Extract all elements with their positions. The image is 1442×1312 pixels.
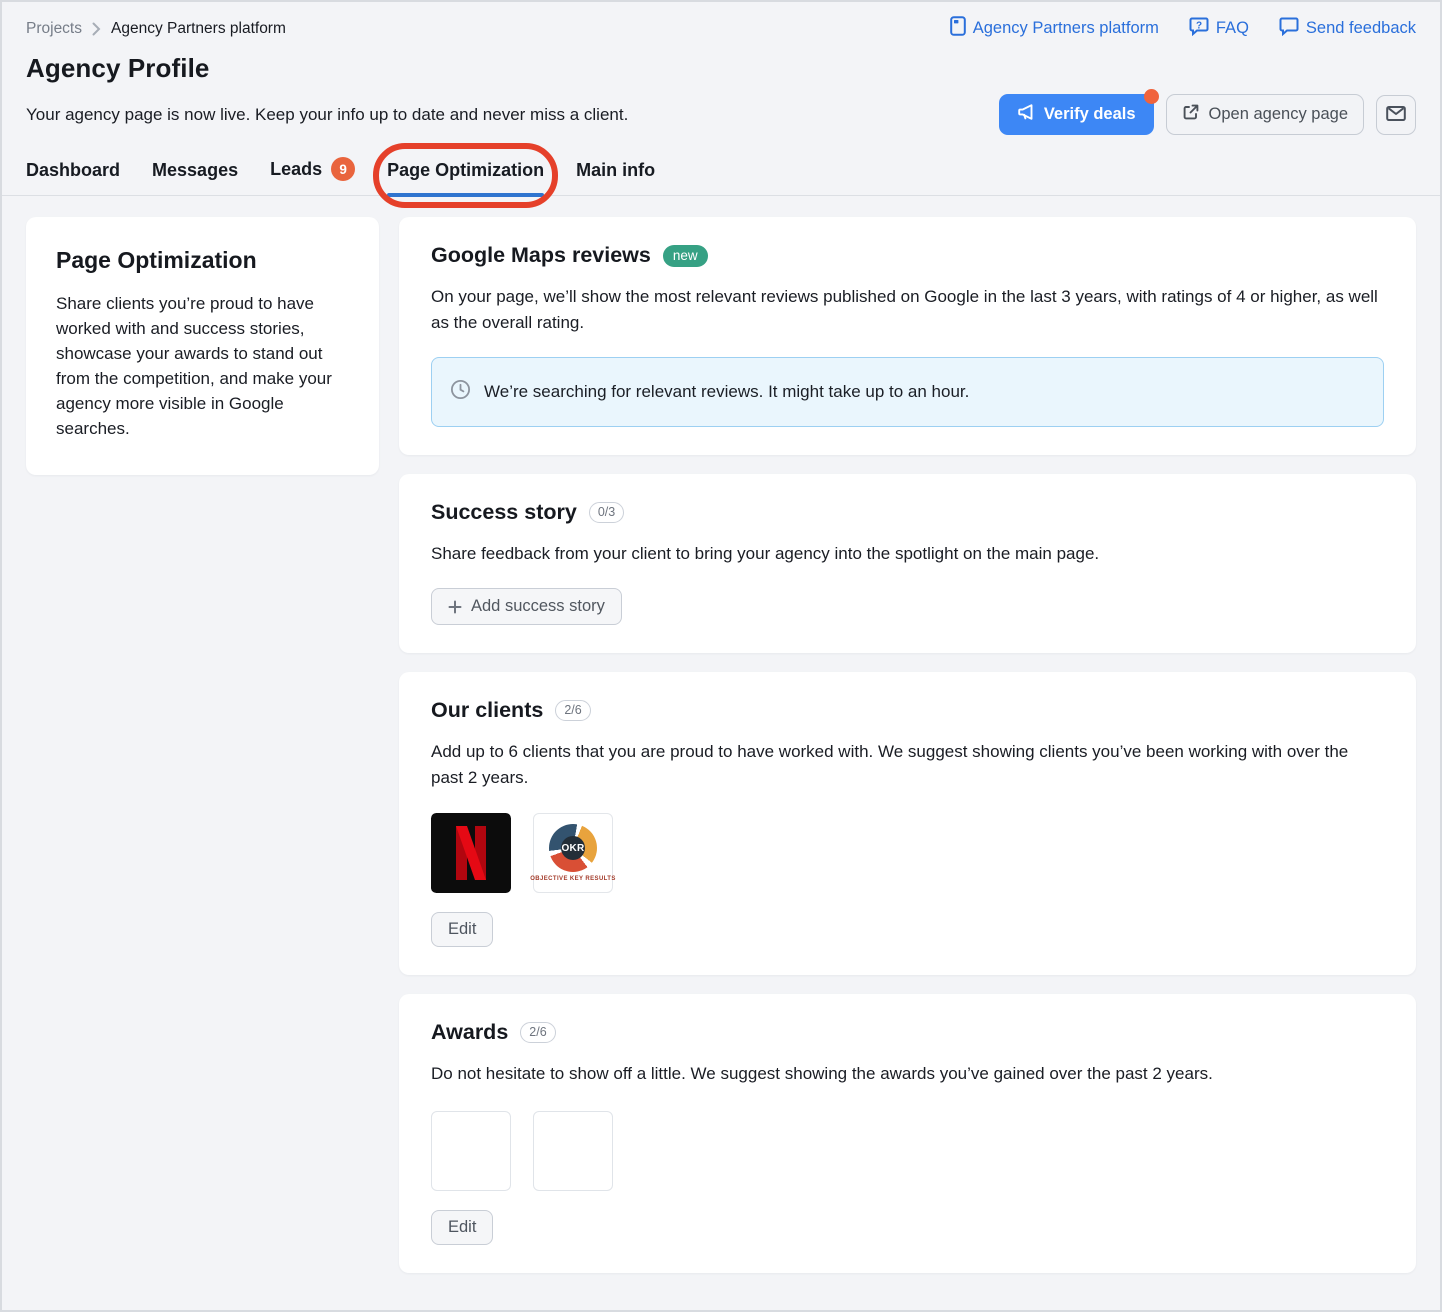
page-title: Agency Profile xyxy=(26,53,1416,84)
google-maps-reviews-title: Google Maps reviews xyxy=(431,243,651,268)
client-logos-row: OKR OBJECTIVE KEY RESULTS xyxy=(431,813,1384,893)
okr-pie-icon: OKR xyxy=(549,824,597,872)
google-maps-reviews-description: On your page, we’ll show the most releva… xyxy=(431,284,1384,336)
faq-bubble-icon: ? xyxy=(1189,16,1209,41)
link-agency-partners-platform[interactable]: Agency Partners platform xyxy=(950,16,1159,41)
side-card-description: Share clients you’re proud to have worke… xyxy=(56,291,349,441)
tab-leads[interactable]: Leads 9 xyxy=(270,157,355,195)
verify-deals-button[interactable]: Verify deals xyxy=(999,94,1154,135)
success-story-card: Success story 0/3 Share feedback from yo… xyxy=(399,474,1416,653)
tab-page-optimization[interactable]: Page Optimization xyxy=(387,160,544,195)
open-agency-page-button[interactable]: Open agency page xyxy=(1166,94,1364,135)
awards-count-badge: 2/6 xyxy=(520,1022,555,1043)
our-clients-card: Our clients 2/6 Add up to 6 clients that… xyxy=(399,672,1416,975)
award-slots-row xyxy=(431,1111,1384,1191)
tab-main-info[interactable]: Main info xyxy=(576,160,655,195)
success-story-description: Share feedback from your client to bring… xyxy=(431,541,1384,567)
edit-awards-button[interactable]: Edit xyxy=(431,1210,493,1245)
okr-logo-caption: OBJECTIVE KEY RESULTS xyxy=(530,876,616,882)
link-send-feedback[interactable]: Send feedback xyxy=(1279,16,1416,41)
add-success-story-button[interactable]: Add success story xyxy=(431,588,622,625)
section-cards-column: Google Maps reviews new On your page, we… xyxy=(399,217,1416,1273)
envelope-icon xyxy=(1385,103,1407,126)
notification-dot xyxy=(1144,89,1159,104)
netflix-logo xyxy=(431,813,511,893)
tab-dashboard[interactable]: Dashboard xyxy=(26,160,120,195)
award-slot-empty xyxy=(533,1111,613,1191)
searching-reviews-banner: We’re searching for relevant reviews. It… xyxy=(431,357,1384,427)
feedback-bubble-icon xyxy=(1279,16,1299,41)
breadcrumb-current: Agency Partners platform xyxy=(111,20,286,38)
awards-card: Awards 2/6 Do not hesitate to show off a… xyxy=(399,994,1416,1273)
our-clients-description: Add up to 6 clients that you are proud t… xyxy=(431,739,1384,791)
google-maps-reviews-card: Google Maps reviews new On your page, we… xyxy=(399,217,1416,455)
header-links: Agency Partners platform ? FAQ Send feed… xyxy=(950,16,1416,41)
new-badge: new xyxy=(663,245,708,267)
tab-messages[interactable]: Messages xyxy=(152,160,238,195)
page-optimization-info-card: Page Optimization Share clients you’re p… xyxy=(26,217,379,475)
side-card-title: Page Optimization xyxy=(56,247,349,274)
clock-icon xyxy=(450,379,471,405)
okr-logo: OKR OBJECTIVE KEY RESULTS xyxy=(533,813,613,893)
content-area: Page Optimization Share clients you’re p… xyxy=(2,196,1440,1295)
our-clients-count-badge: 2/6 xyxy=(555,700,590,721)
success-story-title: Success story xyxy=(431,500,577,525)
chevron-right-icon xyxy=(92,22,101,36)
our-clients-title: Our clients xyxy=(431,698,543,723)
svg-text:?: ? xyxy=(1196,20,1202,31)
banner-text: We’re searching for relevant reviews. It… xyxy=(484,382,969,402)
header-actions: Verify deals Open agency page xyxy=(999,94,1416,135)
success-story-count-badge: 0/3 xyxy=(589,502,624,523)
awards-description: Do not hesitate to show off a little. We… xyxy=(431,1061,1384,1087)
award-slot-empty xyxy=(431,1111,511,1191)
breadcrumb-projects[interactable]: Projects xyxy=(26,20,82,38)
tab-bar: Dashboard Messages Leads 9 Page Optimiza… xyxy=(2,135,1440,196)
mail-button[interactable] xyxy=(1376,95,1416,135)
external-link-icon xyxy=(1182,103,1200,126)
leads-count-badge: 9 xyxy=(331,157,355,181)
page-header: Projects Agency Partners platform Agency… xyxy=(2,2,1440,135)
app-window-icon xyxy=(950,16,966,41)
okr-logo-center-text: OKR xyxy=(561,836,585,860)
agency-profile-page: Projects Agency Partners platform Agency… xyxy=(0,0,1442,1312)
awards-title: Awards xyxy=(431,1020,508,1045)
plus-icon xyxy=(448,600,462,614)
megaphone-icon xyxy=(1017,103,1035,126)
active-tab-underline xyxy=(387,193,544,197)
edit-clients-button[interactable]: Edit xyxy=(431,912,493,947)
link-faq[interactable]: ? FAQ xyxy=(1189,16,1249,41)
page-subtitle: Your agency page is now live. Keep your … xyxy=(26,105,628,125)
breadcrumb: Projects Agency Partners platform xyxy=(26,20,286,38)
